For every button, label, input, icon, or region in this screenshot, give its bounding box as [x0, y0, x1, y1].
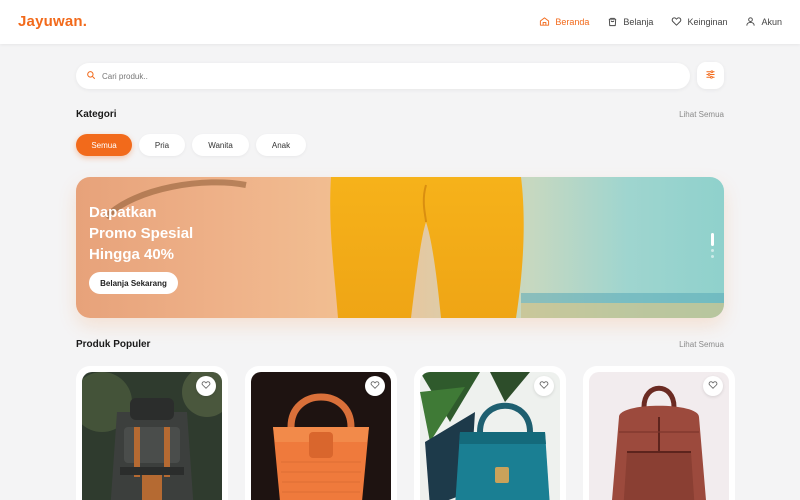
nav-label: Keinginan [687, 17, 728, 27]
sliders-icon [705, 67, 716, 85]
banner-line-3: Hingga 40% [89, 246, 175, 263]
banner-line-2: Promo Spesial [89, 225, 194, 242]
carousel-indicator [711, 233, 714, 258]
home-icon [539, 16, 550, 29]
favorite-button[interactable] [703, 376, 723, 396]
heart-icon [539, 377, 549, 395]
category-chip-pria[interactable]: Pria [139, 134, 185, 156]
category-chip-wanita[interactable]: Wanita [192, 134, 249, 156]
shopping-bag-icon [607, 16, 618, 29]
product-card[interactable] [245, 366, 397, 500]
heart-icon [708, 377, 718, 395]
favorite-button[interactable] [196, 376, 216, 396]
carousel-dot[interactable] [711, 249, 714, 252]
main-nav: Beranda Belanja Keinginan Akun [539, 0, 782, 44]
popular-products-title: Produk Populer [76, 339, 151, 350]
product-card[interactable] [76, 366, 228, 500]
carousel-dot[interactable] [711, 255, 714, 258]
shop-now-button[interactable]: Belanja Sekarang [89, 272, 178, 294]
user-icon [745, 16, 756, 29]
category-chip-semua[interactable]: Semua [76, 134, 132, 156]
nav-item-belanja[interactable]: Belanja [607, 16, 653, 29]
heart-icon [201, 377, 211, 395]
nav-item-keinginan[interactable]: Keinginan [671, 16, 727, 29]
nav-label: Belanja [623, 17, 654, 27]
category-chips: Semua Pria Wanita Anak [76, 134, 306, 156]
nav-label: Beranda [555, 17, 590, 27]
search-input[interactable] [102, 71, 662, 81]
heart-icon [370, 377, 380, 395]
heart-icon [671, 16, 682, 29]
nav-item-akun[interactable]: Akun [745, 16, 782, 29]
banner-line-1: Dapatkan [89, 204, 157, 221]
product-card[interactable] [414, 366, 566, 500]
categories-see-all-link[interactable]: Lihat Semua [679, 110, 724, 119]
promo-banner[interactable]: Dapatkan Promo Spesial Hingga 40% Belanj… [76, 177, 724, 318]
categories-title: Kategori [76, 109, 117, 120]
nav-label: Akun [761, 17, 782, 27]
carousel-dot-active[interactable] [711, 233, 714, 246]
category-chip-anak[interactable]: Anak [256, 134, 306, 156]
product-card[interactable] [583, 366, 735, 500]
search-bar[interactable] [76, 63, 690, 89]
popular-see-all-link[interactable]: Lihat Semua [679, 340, 724, 349]
banner-headline: Dapatkan Promo Spesial Hingga 40% [89, 202, 249, 265]
app-logo[interactable]: Jayuwan. [18, 13, 87, 30]
favorite-button[interactable] [365, 376, 385, 396]
filter-button[interactable] [697, 62, 724, 89]
product-list [76, 366, 735, 500]
top-navigation-bar: Jayuwan. Beranda Belanja Keinginan Akun [0, 0, 800, 44]
nav-item-beranda[interactable]: Beranda [539, 16, 589, 29]
favorite-button[interactable] [534, 376, 554, 396]
search-icon [86, 67, 96, 85]
